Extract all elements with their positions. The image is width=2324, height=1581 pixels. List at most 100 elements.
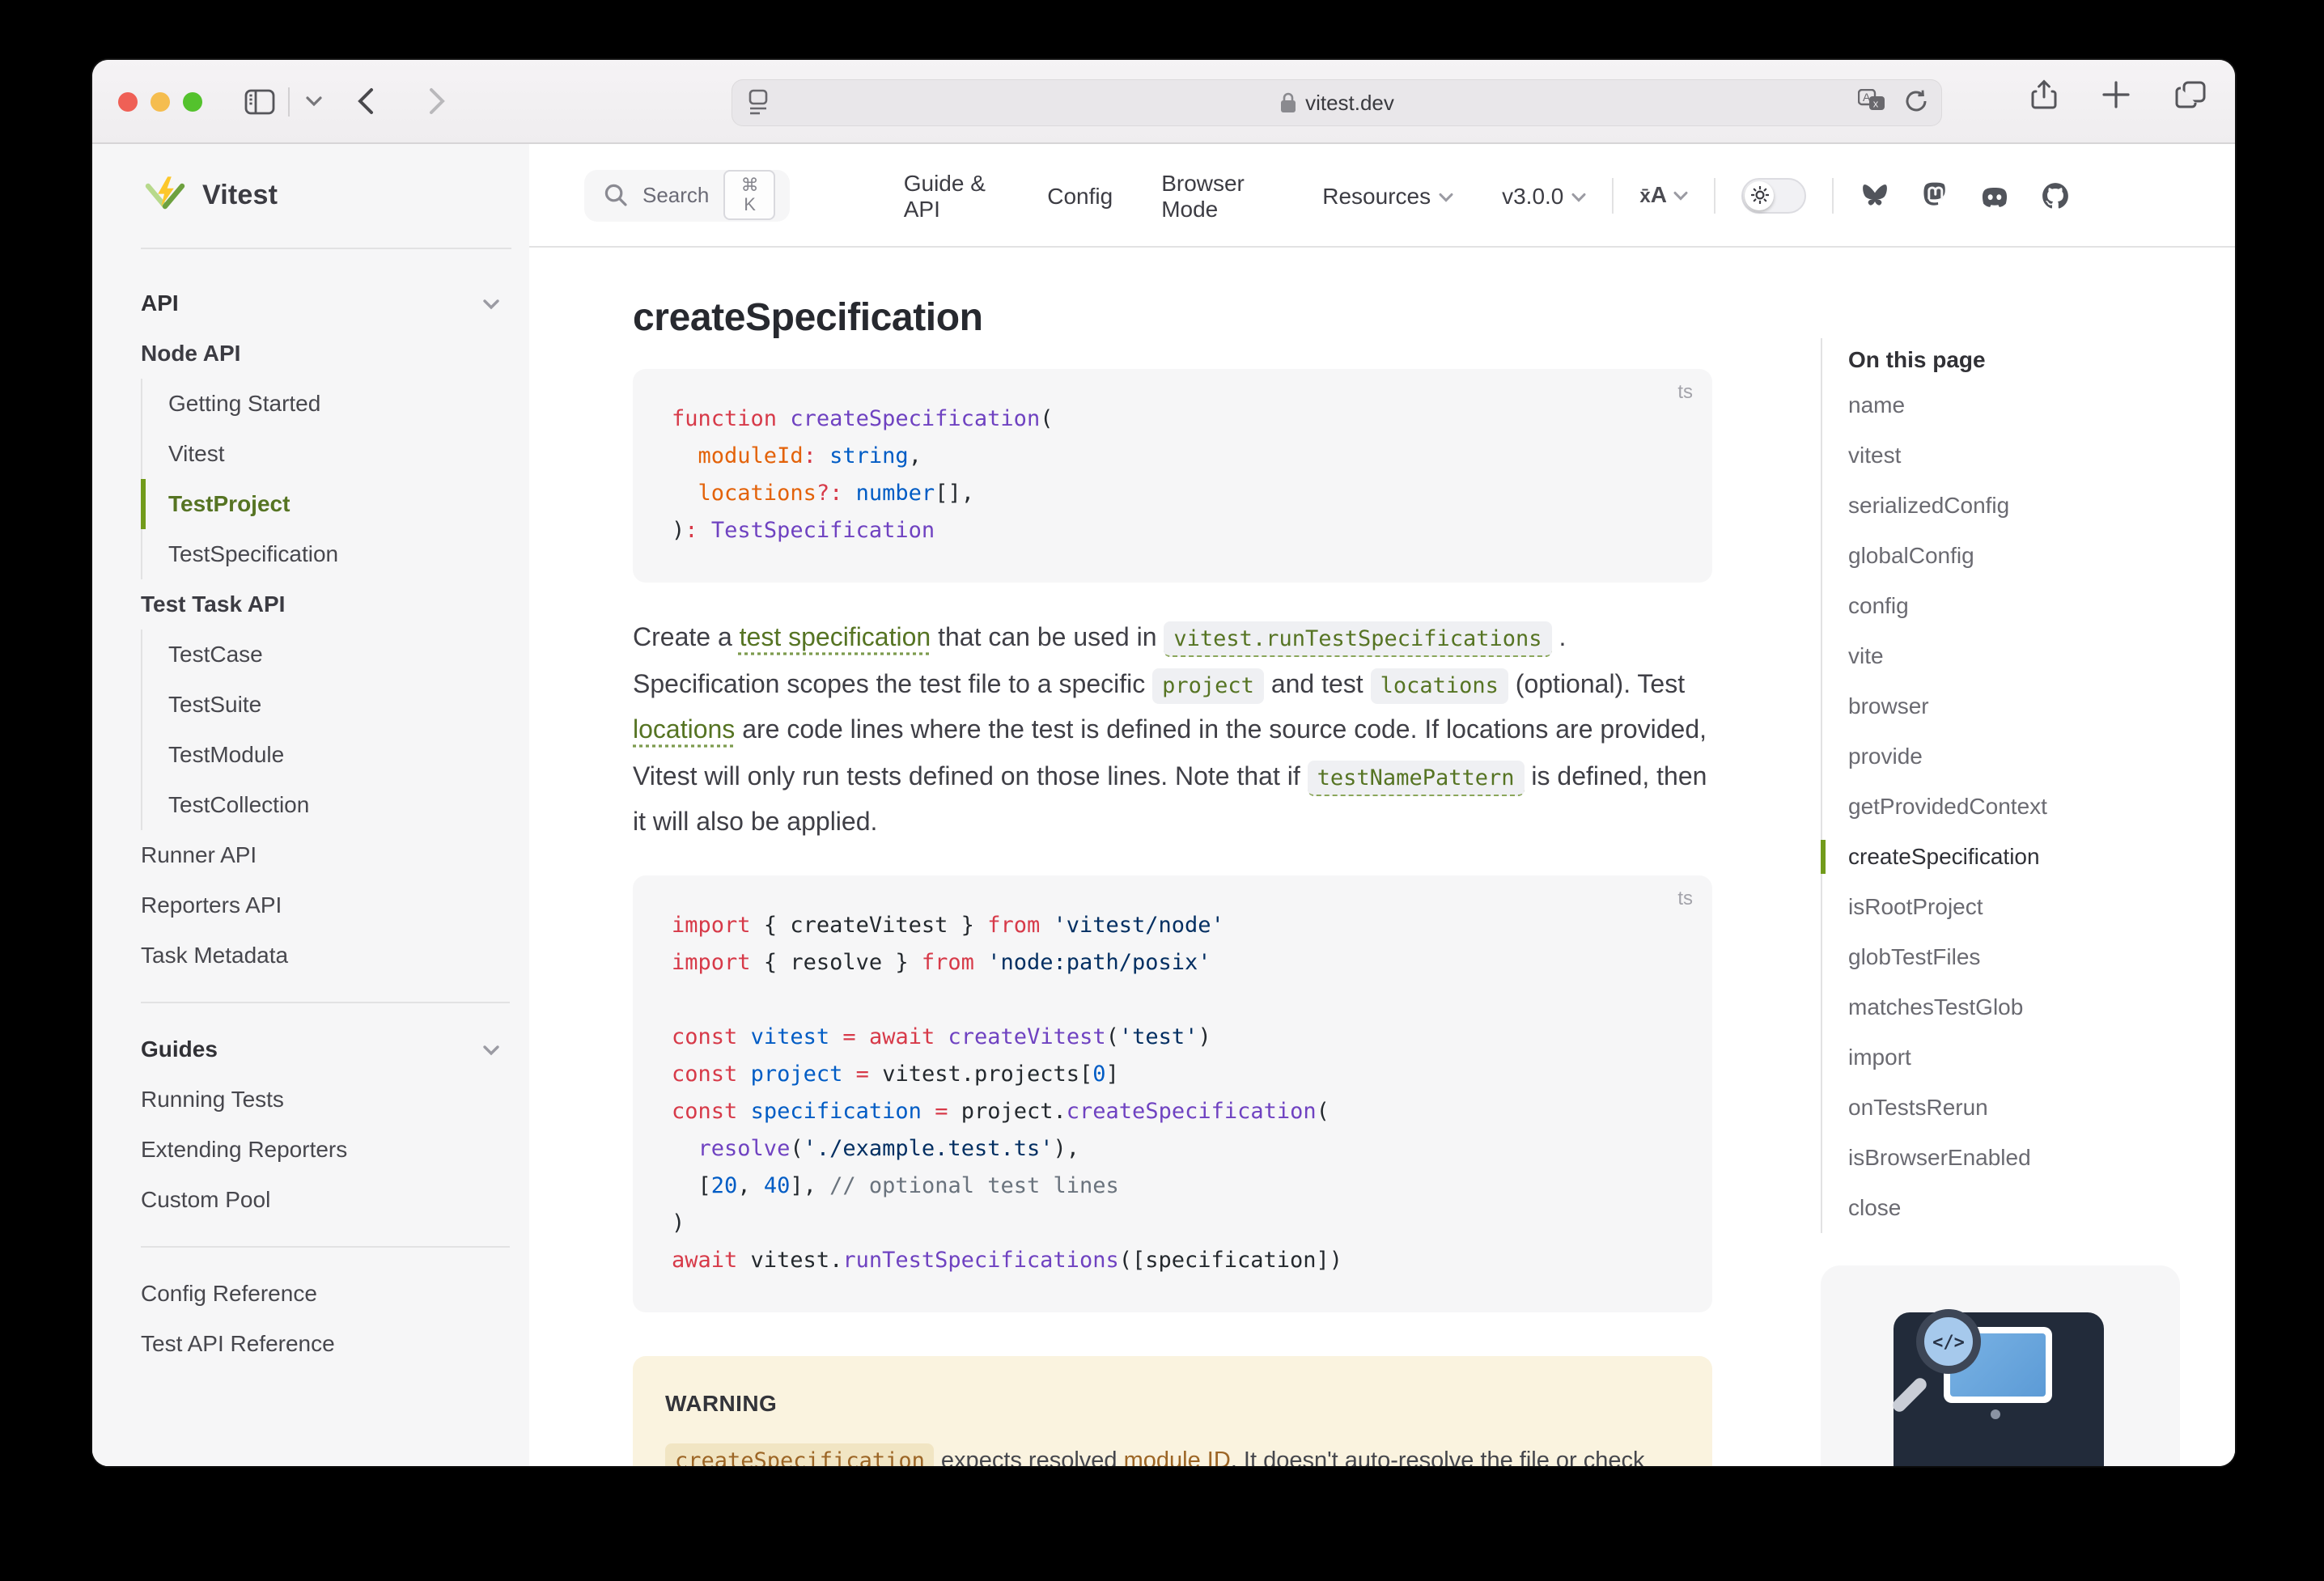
code-block-signature: ts function createSpecification( moduleI… <box>633 369 1712 583</box>
sidebar-item[interactable]: TestSpecification <box>141 529 510 579</box>
outline-item-label: provide <box>1848 743 1923 769</box>
outline-item[interactable]: onTestsRerun <box>1848 1083 2235 1133</box>
nav-link[interactable]: Config <box>1047 182 1113 208</box>
zoom-window-button[interactable] <box>183 91 202 111</box>
outline-item-label: browser <box>1848 693 1929 718</box>
outline-item[interactable]: isBrowserEnabled <box>1848 1133 2235 1183</box>
search-label: Search <box>642 183 709 207</box>
outline-item[interactable]: vite <box>1848 631 2235 681</box>
text-link[interactable]: test specification <box>740 625 931 652</box>
outline-item[interactable]: globalConfig <box>1848 531 2235 581</box>
site-logo[interactable]: Vitest <box>92 144 529 248</box>
outline-item[interactable]: vitest <box>1848 430 2235 481</box>
nav-link-label: Resources <box>1322 182 1431 208</box>
sidebar-item[interactable]: Test Task API <box>141 579 510 629</box>
inline-code-link[interactable]: testNamePattern <box>1308 760 1525 795</box>
outline-item[interactable]: close <box>1848 1183 2235 1233</box>
theme-toggle[interactable] <box>1741 177 1806 213</box>
outline-item[interactable]: getProvidedContext <box>1848 782 2235 832</box>
outline-item-label: isBrowserEnabled <box>1848 1144 2031 1170</box>
sidebar-item[interactable]: TestCase <box>141 629 510 680</box>
sidebar-item[interactable]: Test API Reference <box>141 1319 510 1369</box>
outline-item-label: config <box>1848 592 1909 618</box>
chevron-down-icon[interactable] <box>306 95 322 107</box>
outline-item[interactable]: matchesTestGlob <box>1848 982 2235 1032</box>
sidebar-item-label: Guides <box>141 1024 218 1074</box>
sun-icon <box>1745 180 1774 210</box>
outline-item[interactable]: provide <box>1848 731 2235 782</box>
reload-icon[interactable] <box>1905 89 1927 113</box>
bluesky-icon[interactable] <box>1860 181 1890 209</box>
magnifier-code-icon: </> <box>1916 1309 1981 1374</box>
discord-icon[interactable] <box>1979 182 2010 208</box>
sidebar-item[interactable]: Node API <box>141 328 510 379</box>
outline-item[interactable]: isRootProject <box>1848 882 2235 932</box>
nav-link[interactable]: Browser Mode <box>1161 169 1274 221</box>
browser-toolbar: vitest.dev A x <box>92 60 2235 144</box>
outline-item-label: matchesTestGlob <box>1848 994 2023 1019</box>
sidebar-item[interactable]: Getting Started <box>141 379 510 429</box>
sidebar-item[interactable] <box>141 1002 510 1003</box>
sidebar-item[interactable]: Extending Reporters <box>141 1125 510 1175</box>
search-icon <box>604 183 628 207</box>
nav-link[interactable]: v3.0.0 <box>1502 182 1586 208</box>
code-line: await vitest.runTestSpecifications([spec… <box>633 1242 1712 1279</box>
outline-item[interactable]: import <box>1848 1032 2235 1083</box>
sidebar-item[interactable]: Custom Pool <box>141 1175 510 1225</box>
inline-code-link[interactable]: vitest.runTestSpecifications <box>1164 621 1551 657</box>
vitest-logo-icon <box>144 175 186 217</box>
outline-item-label: close <box>1848 1194 1901 1220</box>
sidebar-item[interactable]: TestProject <box>141 479 510 529</box>
code-language-tag: ts <box>1677 380 1693 403</box>
sidebar-item[interactable]: Runner API <box>141 830 510 880</box>
nav-divider <box>1832 177 1834 213</box>
search-button[interactable]: Search ⌘ K <box>584 169 791 221</box>
sidebar-item[interactable]: Guides <box>141 1024 510 1074</box>
outline-item[interactable]: config <box>1848 581 2235 631</box>
new-tab-icon[interactable] <box>2102 81 2130 108</box>
nav-link[interactable]: Guide & API <box>904 169 999 221</box>
outline-item[interactable]: globTestFiles <box>1848 932 2235 982</box>
sidebar-item[interactable]: TestModule <box>141 730 510 780</box>
outline-title: On this page <box>1848 338 2235 380</box>
outline-item[interactable]: createSpecification <box>1848 832 2235 882</box>
sidebar-item[interactable] <box>141 1246 510 1248</box>
minimize-window-button[interactable] <box>151 91 170 111</box>
text-link[interactable]: locations <box>633 717 735 744</box>
text-link[interactable]: module ID <box>1124 1447 1231 1466</box>
outline-item[interactable]: name <box>1848 380 2235 430</box>
sidebar-item[interactable]: Config Reference <box>141 1269 510 1319</box>
sidebar-item[interactable]: Task Metadata <box>141 930 510 981</box>
code-line: locations?: number[], <box>633 476 1712 513</box>
sidebar-item[interactable]: TestCollection <box>141 780 510 830</box>
translate-icon[interactable]: A x <box>1858 89 1885 113</box>
url-text: vitest.dev <box>1305 91 1394 115</box>
sidebar-item[interactable]: TestSuite <box>141 680 510 730</box>
sidebar-nav: API Node API Getting Started <box>92 249 529 1369</box>
sidebar-item[interactable]: Vitest <box>141 429 510 479</box>
outline-item-label: globalConfig <box>1848 542 1974 568</box>
mastodon-icon[interactable] <box>1921 180 1949 210</box>
code-line: moduleId: string, <box>633 439 1712 476</box>
forward-icon[interactable] <box>429 87 445 115</box>
reader-icon[interactable] <box>746 89 770 115</box>
nav-link-label: Browser Mode <box>1161 169 1274 221</box>
sidebar-item[interactable]: Running Tests <box>141 1074 510 1125</box>
address-bar[interactable]: vitest.dev A x <box>732 79 1942 126</box>
close-window-button[interactable] <box>118 91 138 111</box>
sidebar-toggle-icon[interactable] <box>244 88 275 114</box>
back-icon[interactable] <box>358 87 374 115</box>
logo-text: Vitest <box>202 180 278 212</box>
nav-links: Guide & API Config Browser Mode <box>904 169 1587 221</box>
outline-item[interactable]: browser <box>1848 681 2235 731</box>
nav-link[interactable]: Resources <box>1322 182 1453 208</box>
outline-item[interactable]: serializedConfig <box>1848 481 2235 531</box>
sponsor-card[interactable]: </> <box>1821 1265 2180 1466</box>
outline-item-label: globTestFiles <box>1848 943 1980 969</box>
sidebar-item[interactable]: API <box>141 278 510 328</box>
github-icon[interactable] <box>2041 180 2070 210</box>
tabs-overview-icon[interactable] <box>2175 81 2206 108</box>
language-menu-button[interactable]: x̄A <box>1639 180 1688 210</box>
share-icon[interactable] <box>2031 79 2057 110</box>
sidebar-item[interactable]: Reporters API <box>141 880 510 930</box>
